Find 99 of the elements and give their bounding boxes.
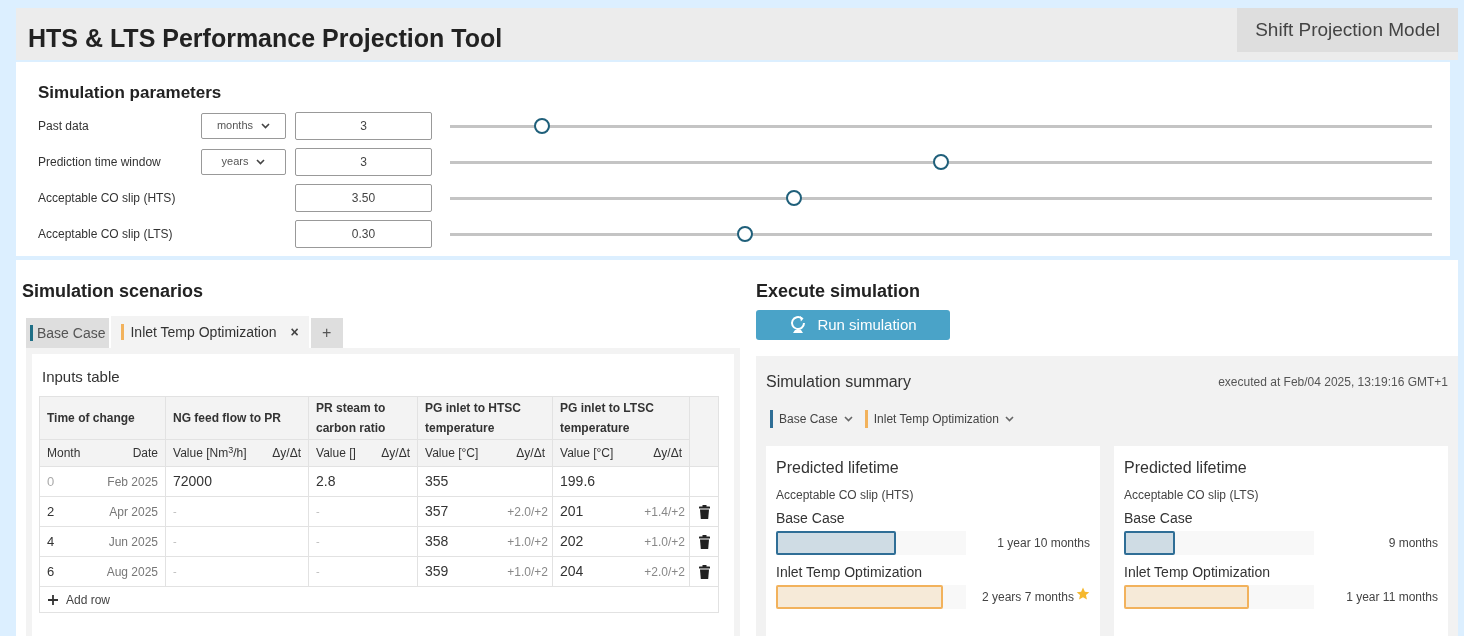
table-cell: 202 <box>552 526 628 557</box>
column-subheader: Value [Nm$^{3}$/h] <box>165 439 263 467</box>
table-cell: Feb 2025 <box>99 466 166 497</box>
value-field[interactable]: 3.50 <box>295 183 432 212</box>
parameter-label: Acceptable CO slip (LTS) <box>38 225 174 243</box>
slider-thumb[interactable] <box>785 189 802 206</box>
lifetime-value: 1 year 11 months <box>1346 589 1438 606</box>
table-cell: - <box>308 556 373 587</box>
table-cell: Apr 2025 <box>99 496 166 527</box>
table-cell: 2 <box>39 496 100 527</box>
column-header: Time of change <box>39 396 166 440</box>
parameter-label: Prediction time window <box>38 153 162 171</box>
table-cell: 4 <box>39 526 100 557</box>
table-cell: 358 <box>417 526 493 557</box>
plus-icon <box>48 594 58 605</box>
slider-thumb[interactable] <box>736 225 753 242</box>
scenario-dropdown[interactable]: Inlet Temp Optimization <box>864 410 1014 428</box>
column-subheader: Δy/Δt <box>262 439 309 467</box>
column-subheader: Date <box>99 439 166 467</box>
table-cell: - <box>165 556 263 587</box>
column-subheader: Δy/Δt <box>627 439 690 467</box>
trash-icon <box>698 535 710 550</box>
column-subheader: Value [] <box>308 439 373 467</box>
table-cell: 204 <box>552 556 628 587</box>
column-header: NG feed flow to PR <box>165 396 309 440</box>
chevron-down-icon <box>843 416 853 422</box>
add-tab-button[interactable]: + <box>310 318 343 348</box>
bar-label: Base Case <box>1124 509 1194 526</box>
card-title: Predicted lifetime <box>776 458 900 478</box>
panel-title: Simulation summary <box>766 372 911 392</box>
value-field[interactable]: 3 <box>295 147 432 176</box>
table-cell: +1.0/+2 <box>492 556 553 587</box>
column-subheader: Value [°C] <box>417 439 493 467</box>
slider-thumb[interactable] <box>933 153 949 170</box>
table-cell: +1.0/+2 <box>627 526 690 557</box>
chevron-down-icon <box>261 122 271 129</box>
table-cell: - <box>308 526 373 557</box>
slider[interactable] <box>450 153 1432 170</box>
bar-label: Inlet Temp Optimization <box>776 563 924 580</box>
table-cell: 2.8 <box>308 466 373 497</box>
scenario-dropdown[interactable]: Base Case <box>770 410 853 428</box>
column-header: PG inlet to LTSC temperature <box>552 396 690 440</box>
table-cell: 355 <box>417 466 493 497</box>
bar-label: Inlet Temp Optimization <box>1124 563 1272 580</box>
table-cell: +1.4/+2 <box>627 496 690 527</box>
column-subheader: Value [°C] <box>552 439 628 467</box>
table-cell: 0 <box>39 466 100 497</box>
tab[interactable]: Inlet Temp Optimization × <box>111 316 309 348</box>
chevron-down-icon <box>256 158 266 165</box>
slider[interactable] <box>450 189 1432 206</box>
table-cell: +2.0/+2 <box>492 496 553 527</box>
table-cell: 199.6 <box>552 466 628 497</box>
slider[interactable] <box>450 225 1432 242</box>
section-title: Simulation parameters <box>38 82 223 104</box>
card-title: Predicted lifetime <box>1124 458 1248 478</box>
close-button[interactable]: × <box>290 321 299 343</box>
card-subtitle: Acceptable CO slip (HTS) <box>776 487 915 502</box>
chevron-down-icon <box>1004 416 1014 422</box>
trash-icon <box>698 565 710 580</box>
table-cell: 359 <box>417 556 493 587</box>
card-title: Inputs table <box>41 367 121 386</box>
section-title: Simulation scenarios <box>21 280 205 300</box>
circular-arrow-icon <box>789 315 808 335</box>
lifetime-value: 1 year 10 months <box>997 535 1090 552</box>
value-field[interactable]: 3 <box>295 111 432 140</box>
column-subheader: Month <box>39 439 100 467</box>
table-cell: 72000 <box>165 466 263 497</box>
table-cell: - <box>165 526 263 557</box>
value-field[interactable]: 0.30 <box>295 219 432 248</box>
lifetime-value: 2 years 7 months <box>981 589 1074 606</box>
table-cell: 201 <box>552 496 628 527</box>
unit-select[interactable]: months <box>201 112 286 139</box>
card-subtitle: Acceptable CO slip (LTS) <box>1124 487 1260 502</box>
table-cell: +1.0/+2 <box>492 526 553 557</box>
table-cell: - <box>308 496 373 527</box>
tab[interactable]: Base Case <box>26 318 110 348</box>
unit-select[interactable]: years <box>201 148 286 175</box>
slider-thumb[interactable] <box>534 117 551 134</box>
column-subheader: Δy/Δt <box>492 439 553 467</box>
model-badge: Shift Projection Model <box>1237 8 1458 52</box>
lifetime-value: 9 months <box>1388 535 1438 552</box>
table-cell: Jun 2025 <box>99 526 166 557</box>
column-subheader: Δy/Δt <box>372 439 418 467</box>
slider[interactable] <box>450 117 1432 134</box>
table-cell: 357 <box>417 496 493 527</box>
column-header: PG inlet to HTSC temperature <box>417 396 553 440</box>
section-title: Execute simulation <box>756 280 922 300</box>
add-row-button[interactable]: Add row <box>48 590 111 609</box>
table-cell: 6 <box>39 556 100 587</box>
executed-timestamp: executed at Feb/04 2025, 13:19:16 GMT+1 <box>1218 374 1448 391</box>
table-cell: - <box>165 496 263 527</box>
column-header: PR steam to carbon ratio <box>308 396 418 440</box>
table-cell: +2.0/+2 <box>627 556 690 587</box>
app-title: HTS & LTS Performance Projection Tool <box>27 23 503 54</box>
trash-icon <box>698 505 710 520</box>
parameter-label: Acceptable CO slip (HTS) <box>38 189 177 207</box>
parameter-label: Past data <box>38 117 90 135</box>
table-cell: Aug 2025 <box>99 556 166 587</box>
bar-label: Base Case <box>776 509 846 526</box>
